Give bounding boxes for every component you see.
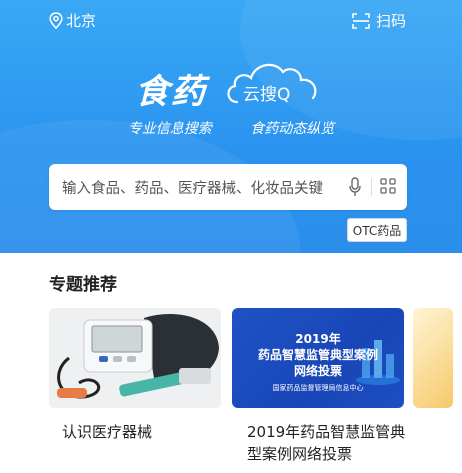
scan-icon (352, 12, 370, 29)
location-pin-icon (49, 12, 63, 29)
scan-button[interactable]: 扫码 (352, 10, 406, 31)
category-grid-icon[interactable] (380, 178, 396, 194)
banner-footer: 国家药品监督管理局信息中心 (272, 384, 364, 392)
topic-card-smart-regulation-vote[interactable]: 2019年 药品智慧监管典型案例 网络投票 国家药品监督管理局信息中心 (232, 308, 404, 408)
banner-line1: 2019年 (295, 332, 341, 346)
scan-label: 扫码 (376, 12, 407, 30)
section-title: 专题推荐 (49, 275, 117, 295)
blood-pressure-monitor-image (49, 308, 221, 408)
tagline: 专业信息搜索 食药动态纵览 (0, 118, 462, 138)
search-divider (371, 178, 372, 196)
tagline-left: 专业信息搜索 (127, 121, 212, 137)
logo-main-text: 食药 (135, 72, 207, 112)
card-caption-medical-devices[interactable]: 认识医疗器械 (62, 421, 152, 443)
topic-card-next-peek[interactable] (413, 308, 453, 408)
logo-sub-text: 云搜Q (243, 85, 291, 105)
banner-line2: 药品智慧监管典型案例 (257, 348, 378, 362)
location-label: 北京 (66, 12, 97, 30)
card-caption-smart-regulation-vote[interactable]: 2019年药品智慧监管典型案例网络投票 (247, 421, 417, 465)
app-logo: 食药 云搜Q (135, 50, 330, 112)
tagline-right: 食药动态纵览 (250, 121, 335, 137)
otc-drugs-button[interactable]: OTC药品 (347, 218, 407, 242)
location-selector[interactable]: 北京 (49, 10, 96, 31)
topic-card-medical-devices[interactable] (49, 308, 221, 408)
search-box[interactable]: 输入食品、药品、医疗器械、化妆品关键 (49, 164, 407, 210)
banner-line3: 网络投票 (293, 364, 342, 378)
microphone-icon[interactable] (349, 177, 361, 197)
hero-banner: 北京 扫码 食药 云搜Q 专业信息搜索 食药动态纵览 输入食品、药品、医疗器械、… (0, 0, 462, 253)
search-input[interactable]: 输入食品、药品、医疗器械、化妆品关键 (62, 177, 362, 198)
